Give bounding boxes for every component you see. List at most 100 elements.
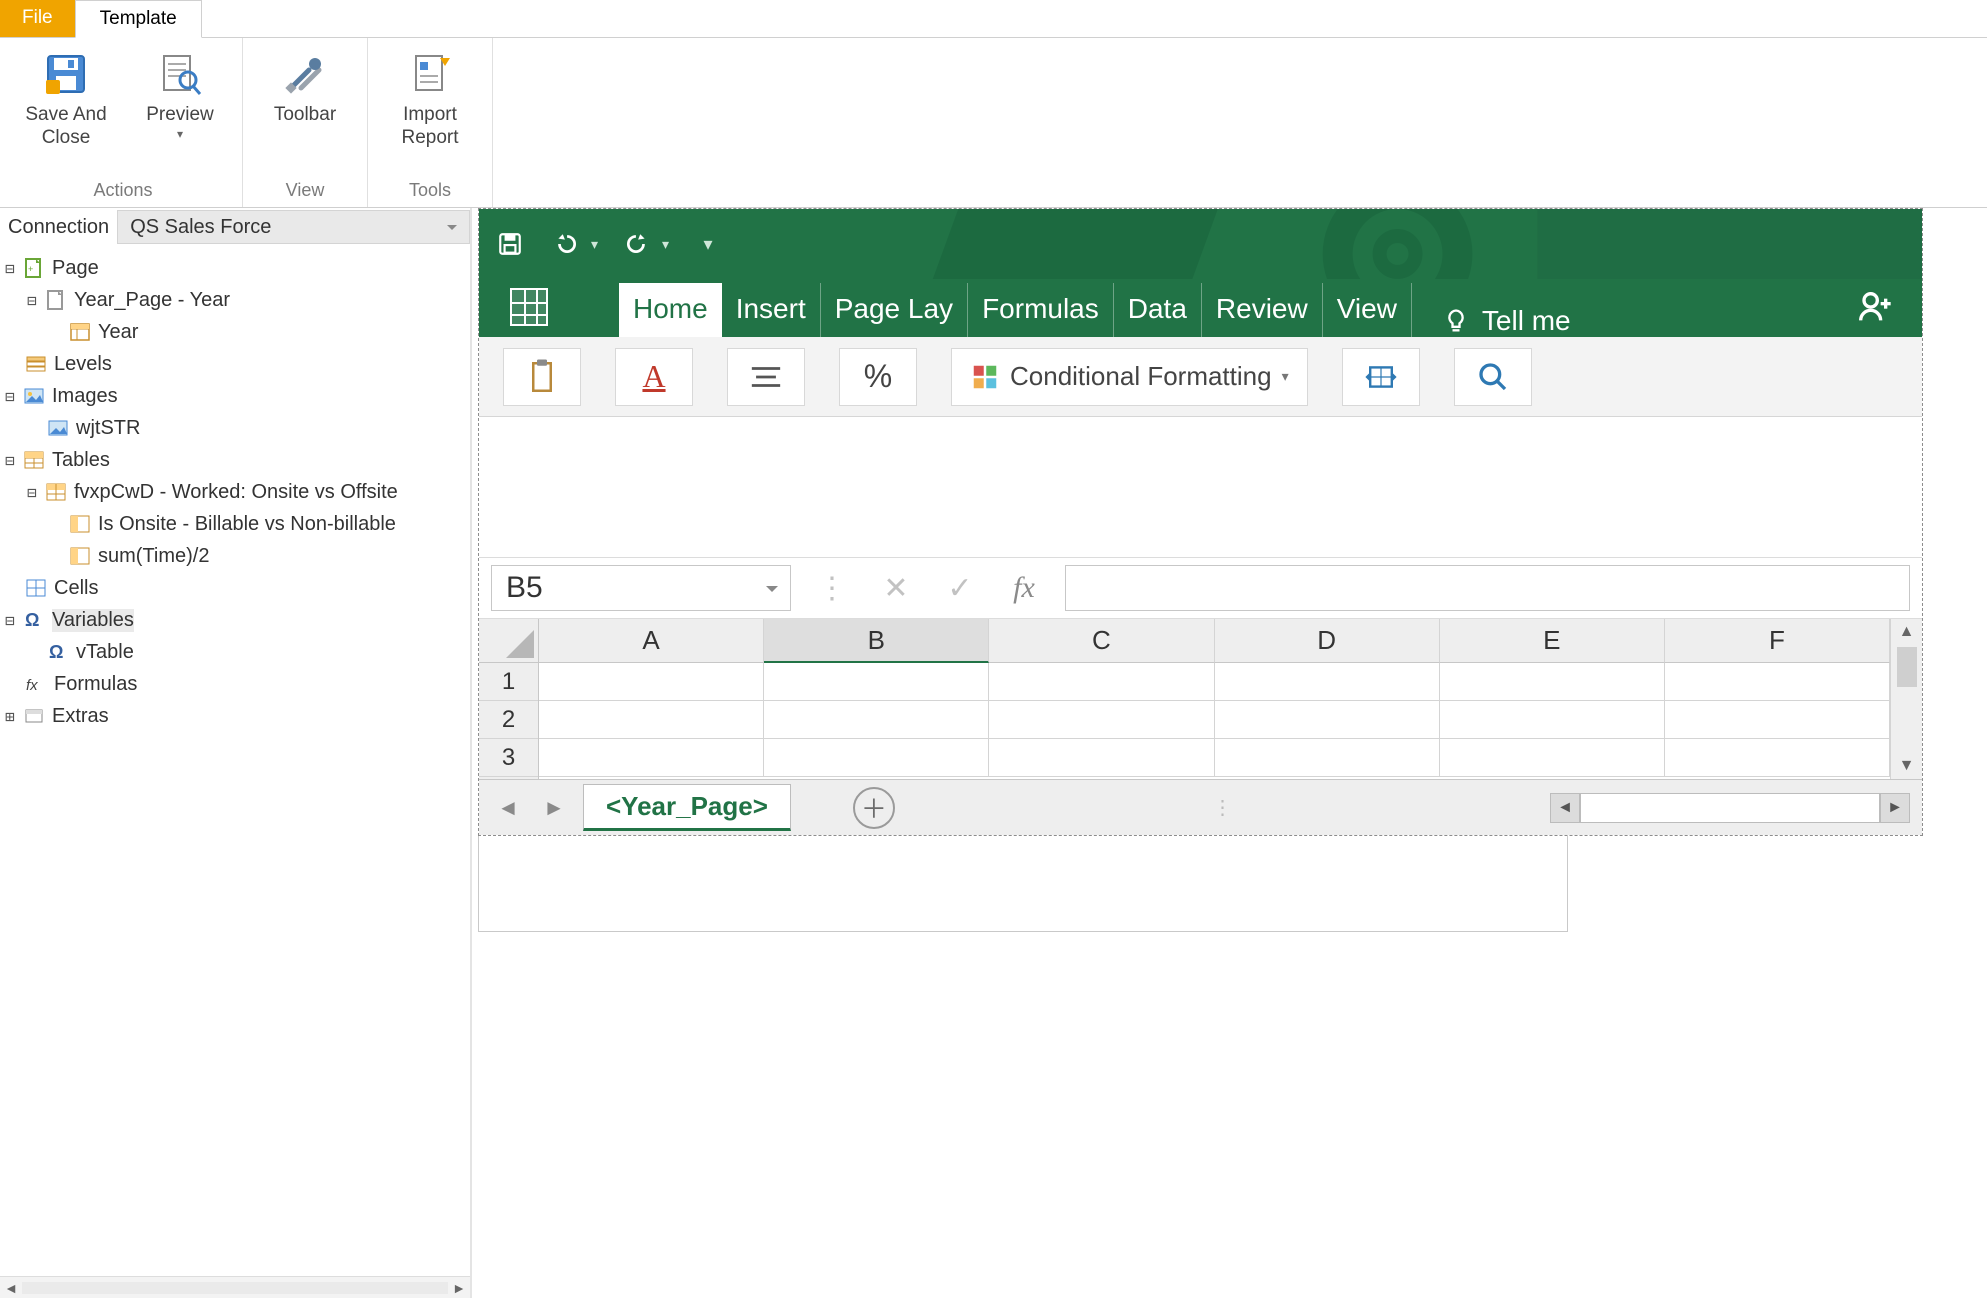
cell[interactable]: [764, 739, 989, 777]
column-header[interactable]: F: [1665, 619, 1890, 663]
font-button[interactable]: A: [615, 348, 693, 406]
tree-node-year[interactable]: Year: [0, 316, 470, 348]
name-box[interactable]: B5: [491, 565, 791, 611]
select-all-corner[interactable]: [479, 619, 538, 663]
scroll-up-icon[interactable]: ▲: [1899, 619, 1915, 645]
cell[interactable]: [764, 663, 989, 701]
cell[interactable]: [764, 701, 989, 739]
cell[interactable]: [1665, 739, 1890, 777]
excel-grid[interactable]: 1 2 3 A B C D E F: [479, 619, 1922, 779]
scroll-right-icon[interactable]: ►: [1880, 793, 1910, 823]
fx-icon[interactable]: fx: [1001, 571, 1047, 605]
alignment-button[interactable]: [727, 348, 805, 406]
sheet-nav-next[interactable]: ►: [537, 791, 571, 825]
scroll-left-icon[interactable]: ◄: [1550, 793, 1580, 823]
column-header[interactable]: B: [764, 619, 989, 663]
excel-tab-page-layout[interactable]: Page Lay: [821, 283, 968, 337]
scroll-track[interactable]: [22, 1282, 448, 1294]
cell[interactable]: [539, 701, 764, 739]
excel-tab-home[interactable]: Home: [619, 283, 722, 337]
excel-tab-data[interactable]: Data: [1114, 283, 1202, 337]
qat-redo-button[interactable]: [620, 227, 654, 261]
cell[interactable]: [1440, 701, 1665, 739]
column-header[interactable]: D: [1215, 619, 1440, 663]
tell-me-search[interactable]: Tell me: [1424, 305, 1589, 337]
qat-undo-button[interactable]: [549, 227, 583, 261]
excel-tab-formulas[interactable]: Formulas: [968, 283, 1114, 337]
cell[interactable]: [1215, 663, 1440, 701]
number-format-button[interactable]: %: [839, 348, 917, 406]
formula-input[interactable]: [1065, 565, 1910, 611]
enter-icon[interactable]: ✓: [937, 571, 983, 606]
tree-node-images-item[interactable]: wjtSTR: [0, 412, 470, 444]
tab-file[interactable]: File: [0, 0, 75, 37]
find-button[interactable]: [1454, 348, 1532, 406]
row-header[interactable]: 3: [479, 739, 538, 777]
chevron-down-icon[interactable]: ▾: [591, 236, 598, 253]
cell[interactable]: [539, 739, 764, 777]
cell[interactable]: [1665, 663, 1890, 701]
import-report-button[interactable]: Import Report: [382, 50, 478, 150]
cell[interactable]: [1440, 739, 1665, 777]
add-sheet-button[interactable]: ＋: [853, 787, 895, 829]
tree-node-images[interactable]: ⊟ Images: [0, 380, 470, 412]
excel-tab-insert[interactable]: Insert: [722, 283, 821, 337]
tree-node-tables-sub2[interactable]: sum(Time)/2: [0, 540, 470, 572]
scroll-thumb[interactable]: [1897, 647, 1917, 687]
save-and-close-button[interactable]: Save And Close: [18, 50, 114, 150]
cell[interactable]: [1215, 701, 1440, 739]
toolbar-button[interactable]: Toolbar: [257, 50, 353, 127]
tree-node-levels[interactable]: Levels: [0, 348, 470, 380]
collapse-icon[interactable]: ⊟: [22, 483, 42, 502]
grid-vscroll[interactable]: ▲ ▼: [1890, 619, 1922, 779]
clipboard-button[interactable]: [503, 348, 581, 406]
cell[interactable]: [989, 701, 1214, 739]
cells-format-button[interactable]: [1342, 348, 1420, 406]
tree-node-page[interactable]: ⊟ + Page: [0, 252, 470, 284]
chevron-down-icon[interactable]: ▾: [662, 236, 669, 253]
cell[interactable]: [989, 663, 1214, 701]
tab-template[interactable]: Template: [75, 0, 202, 38]
scroll-down-icon[interactable]: ▼: [1899, 753, 1915, 779]
row-header[interactable]: 1: [479, 663, 538, 701]
tree-node-tables-item[interactable]: ⊟ fvxpCwD - Worked: Onsite vs Offsite: [0, 476, 470, 508]
scroll-left-icon[interactable]: ◄: [0, 1280, 22, 1296]
collapse-icon[interactable]: ⊟: [0, 611, 20, 630]
row-header[interactable]: 2: [479, 701, 538, 739]
tree-node-variables[interactable]: ⊟ Ω Variables: [0, 604, 470, 636]
cell[interactable]: [1665, 701, 1890, 739]
tree-node-tables[interactable]: ⊟ Tables: [0, 444, 470, 476]
scroll-track[interactable]: [1580, 793, 1880, 823]
scroll-right-icon[interactable]: ►: [448, 1280, 470, 1296]
column-header[interactable]: A: [539, 619, 764, 663]
expand-icon[interactable]: ⊞: [0, 707, 20, 726]
excel-tab-view[interactable]: View: [1323, 283, 1412, 337]
tree-node-cells[interactable]: Cells: [0, 572, 470, 604]
connection-combo[interactable]: QS Sales Force: [117, 210, 470, 244]
tree-node-tables-sub1[interactable]: Is Onsite - Billable vs Non-billable: [0, 508, 470, 540]
column-header[interactable]: C: [989, 619, 1214, 663]
excel-tab-review[interactable]: Review: [1202, 283, 1323, 337]
collapse-icon[interactable]: ⊟: [0, 259, 20, 278]
collapse-icon[interactable]: ⊟: [22, 291, 42, 310]
conditional-formatting-button[interactable]: Conditional Formatting ▾: [951, 348, 1308, 406]
column-header[interactable]: E: [1440, 619, 1665, 663]
sheet-tab[interactable]: <Year_Page>: [583, 784, 791, 831]
collapse-icon[interactable]: ⊟: [0, 387, 20, 406]
cell[interactable]: [989, 739, 1214, 777]
preview-button[interactable]: Preview ▾: [132, 50, 228, 141]
tree-node-formulas[interactable]: fx Formulas: [0, 668, 470, 700]
object-tree[interactable]: ⊟ + Page ⊟ Year_Page - Year Year Levels: [0, 246, 470, 1276]
qat-save-button[interactable]: [493, 227, 527, 261]
share-icon[interactable]: [1854, 287, 1894, 327]
qat-customize-button[interactable]: ▾: [691, 227, 725, 261]
cancel-icon[interactable]: ✕: [873, 571, 919, 606]
collapse-icon[interactable]: ⊟: [0, 451, 20, 470]
cell[interactable]: [539, 663, 764, 701]
cell[interactable]: [1215, 739, 1440, 777]
tree-node-variables-item[interactable]: Ω vTable: [0, 636, 470, 668]
grid-hscroll[interactable]: ◄ ►: [1550, 793, 1910, 823]
tree-node-extras[interactable]: ⊞ Extras: [0, 700, 470, 732]
cell[interactable]: [1440, 663, 1665, 701]
sheet-nav-prev[interactable]: ◄: [491, 791, 525, 825]
